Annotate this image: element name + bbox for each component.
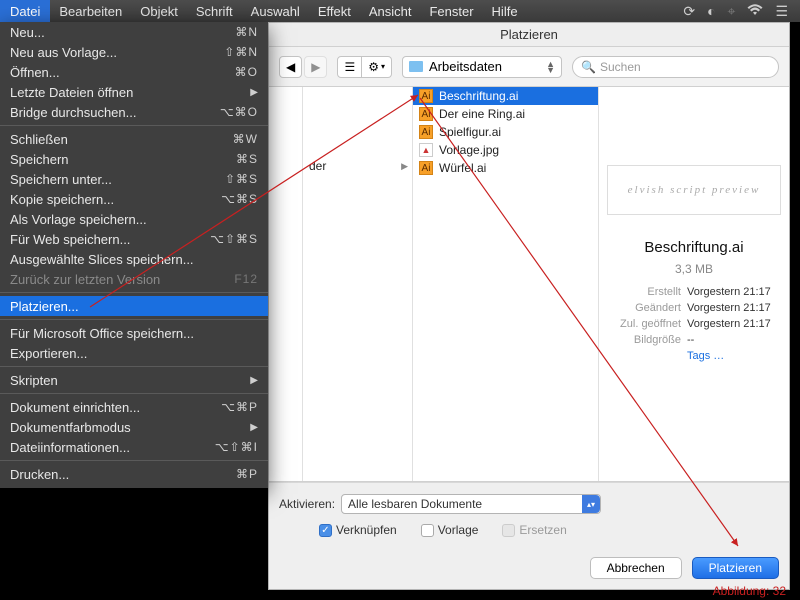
preview-filename: Beschriftung.ai bbox=[607, 239, 781, 256]
menu-ansicht[interactable]: Ansicht bbox=[360, 0, 421, 22]
menu-objekt[interactable]: Objekt bbox=[131, 0, 187, 22]
menu-effekt[interactable]: Effekt bbox=[309, 0, 360, 22]
columns-view-icon[interactable]: ☰ bbox=[337, 56, 362, 78]
dd-platzieren[interactable]: Platzieren... bbox=[0, 296, 268, 316]
dd-kopie-speichern[interactable]: Kopie speichern...⌥⌘S bbox=[0, 189, 268, 209]
nav-back-button[interactable]: ◀ bbox=[279, 56, 302, 78]
dd-speichern-unter[interactable]: Speichern unter...⇧⌘S bbox=[0, 169, 268, 189]
separator bbox=[0, 366, 268, 367]
menu-auswahl[interactable]: Auswahl bbox=[242, 0, 309, 22]
dd-neu-vorlage[interactable]: Neu aus Vorlage...⇧⌘N bbox=[0, 42, 268, 62]
dialog-title: Platzieren bbox=[269, 23, 789, 47]
cancel-button[interactable]: Abbrechen bbox=[590, 557, 682, 579]
chevron-right-icon: ▶ bbox=[250, 422, 258, 433]
separator bbox=[0, 292, 268, 293]
sync-icon[interactable]: ⟳ bbox=[683, 3, 695, 20]
nav-fwd-button[interactable]: ▶ bbox=[304, 56, 327, 78]
file-item[interactable]: AiDer eine Ring.ai bbox=[413, 105, 598, 123]
menu-fenster[interactable]: Fenster bbox=[420, 0, 482, 22]
menu-bearbeiten[interactable]: Bearbeiten bbox=[50, 0, 131, 22]
menubar: Datei Bearbeiten Objekt Schrift Auswahl … bbox=[0, 0, 800, 22]
location-label: Arbeitsdaten bbox=[429, 59, 502, 74]
chevron-right-icon: ▶ bbox=[401, 161, 408, 172]
dd-als-vorlage[interactable]: Als Vorlage speichern... bbox=[0, 209, 268, 229]
separator bbox=[0, 319, 268, 320]
dd-speichern[interactable]: Speichern⌘S bbox=[0, 149, 268, 169]
location-popup[interactable]: Arbeitsdaten ▲▼ bbox=[402, 56, 562, 78]
file-item[interactable]: AiSpielfigur.ai bbox=[413, 123, 598, 141]
checkbox-link[interactable]: ✓Verknüpfen bbox=[319, 523, 397, 537]
wifi-icon[interactable] bbox=[747, 3, 763, 19]
dd-farbmodus[interactable]: Dokumentfarbmodus▶ bbox=[0, 417, 268, 437]
chevron-right-icon: ▶ bbox=[250, 375, 258, 386]
file-browser: der▶ AiBeschriftung.ai AiDer eine Ring.a… bbox=[269, 87, 789, 482]
dialog-buttons: Abbrechen Platzieren bbox=[269, 547, 789, 589]
dd-slices-speichern[interactable]: Ausgewählte Slices speichern... bbox=[0, 249, 268, 269]
menu-schrift[interactable]: Schrift bbox=[187, 0, 242, 22]
dd-letzte[interactable]: Letzte Dateien öffnen▶ bbox=[0, 82, 268, 102]
dd-dokument-einrichten[interactable]: Dokument einrichten...⌥⌘P bbox=[0, 397, 268, 417]
preview-thumbnail: elvish script preview bbox=[607, 165, 781, 215]
ai-file-icon: Ai bbox=[419, 125, 433, 139]
tags-link[interactable]: Tags … bbox=[687, 350, 724, 366]
figure-caption: Abbildung: 32 bbox=[713, 584, 786, 598]
enable-select[interactable]: Alle lesbaren Dokumente ▴▾ bbox=[341, 494, 601, 514]
file-item[interactable]: AiBeschriftung.ai bbox=[413, 87, 598, 105]
menubar-status: ⟳ ◐ ⌖ ☰ bbox=[683, 3, 800, 20]
checkbox-icon bbox=[421, 524, 434, 537]
ai-file-icon: Ai bbox=[419, 161, 433, 175]
place-button[interactable]: Platzieren bbox=[692, 557, 779, 579]
preview-meta: ErstelltVorgestern 21:17 GeändertVorgest… bbox=[607, 286, 781, 366]
preview-size: 3,3 MB bbox=[607, 262, 781, 276]
dd-neu[interactable]: Neu...⌘N bbox=[0, 22, 268, 42]
file-col-1[interactable]: der▶ bbox=[303, 87, 413, 481]
dd-bridge[interactable]: Bridge durchsuchen...⌥⌘O bbox=[0, 102, 268, 122]
dialog-toolbar: ◀ ▶ ☰ ⚙︎▾ Arbeitsdaten ▲▼ 🔍 Suchen bbox=[269, 47, 789, 87]
enable-label: Aktivieren: bbox=[279, 497, 335, 511]
menu-datei[interactable]: Datei bbox=[0, 0, 50, 22]
file-item[interactable]: Vorlage.jpg bbox=[413, 141, 598, 159]
dd-zurueck: Zurück zur letzten VersionF12 bbox=[0, 269, 268, 289]
checkbox-icon bbox=[502, 524, 515, 537]
dd-schliessen[interactable]: Schließen⌘W bbox=[0, 129, 268, 149]
checkbox-template[interactable]: Vorlage bbox=[421, 523, 479, 537]
dd-oeffnen[interactable]: Öffnen...⌘O bbox=[0, 62, 268, 82]
preview-pane: elvish script preview Beschriftung.ai 3,… bbox=[599, 87, 789, 481]
dd-dateiinfo[interactable]: Dateiinformationen...⌥⇧⌘I bbox=[0, 437, 268, 457]
dialog-options: Aktivieren: Alle lesbaren Dokumente ▴▾ ✓… bbox=[269, 482, 789, 547]
folder-icon bbox=[409, 61, 423, 72]
view-mode-segment[interactable]: ☰ ⚙︎▾ bbox=[337, 56, 392, 78]
ai-file-icon: Ai bbox=[419, 89, 433, 103]
dd-skripten[interactable]: Skripten▶ bbox=[0, 370, 268, 390]
checkbox-replace: Ersetzen bbox=[502, 523, 566, 537]
chevron-right-icon: ▶ bbox=[250, 87, 258, 98]
separator bbox=[0, 393, 268, 394]
menu-hilfe[interactable]: Hilfe bbox=[483, 0, 527, 22]
file-col-2[interactable]: AiBeschriftung.ai AiDer eine Ring.ai AiS… bbox=[413, 87, 599, 481]
search-input[interactable]: 🔍 Suchen bbox=[572, 56, 779, 78]
file-col-0[interactable] bbox=[269, 87, 303, 481]
dd-microsoft[interactable]: Für Microsoft Office speichern... bbox=[0, 323, 268, 343]
separator bbox=[0, 125, 268, 126]
dd-web-speichern[interactable]: Für Web speichern...⌥⇧⌘S bbox=[0, 229, 268, 249]
search-icon: 🔍 bbox=[581, 60, 596, 74]
checkbox-icon: ✓ bbox=[319, 524, 332, 537]
image-file-icon bbox=[419, 143, 433, 157]
separator bbox=[0, 460, 268, 461]
bluetooth-icon[interactable]: ⌖ bbox=[728, 3, 736, 20]
datei-dropdown: Neu...⌘N Neu aus Vorlage...⇧⌘N Öffnen...… bbox=[0, 22, 268, 488]
ai-file-icon: Ai bbox=[419, 107, 433, 121]
view-options-icon[interactable]: ⚙︎▾ bbox=[362, 56, 392, 78]
dd-drucken[interactable]: Drucken...⌘P bbox=[0, 464, 268, 484]
dd-exportieren[interactable]: Exportieren... bbox=[0, 343, 268, 363]
control-center-icon[interactable]: ☰ bbox=[775, 3, 788, 20]
chevron-updown-icon: ▴▾ bbox=[582, 495, 600, 513]
help-icon[interactable]: ◐ bbox=[707, 3, 715, 19]
file-item[interactable]: AiWürfel.ai bbox=[413, 159, 598, 177]
place-dialog: Platzieren ◀ ▶ ☰ ⚙︎▾ Arbeitsdaten ▲▼ 🔍 S… bbox=[268, 22, 790, 590]
chevron-updown-icon: ▲▼ bbox=[546, 61, 555, 73]
